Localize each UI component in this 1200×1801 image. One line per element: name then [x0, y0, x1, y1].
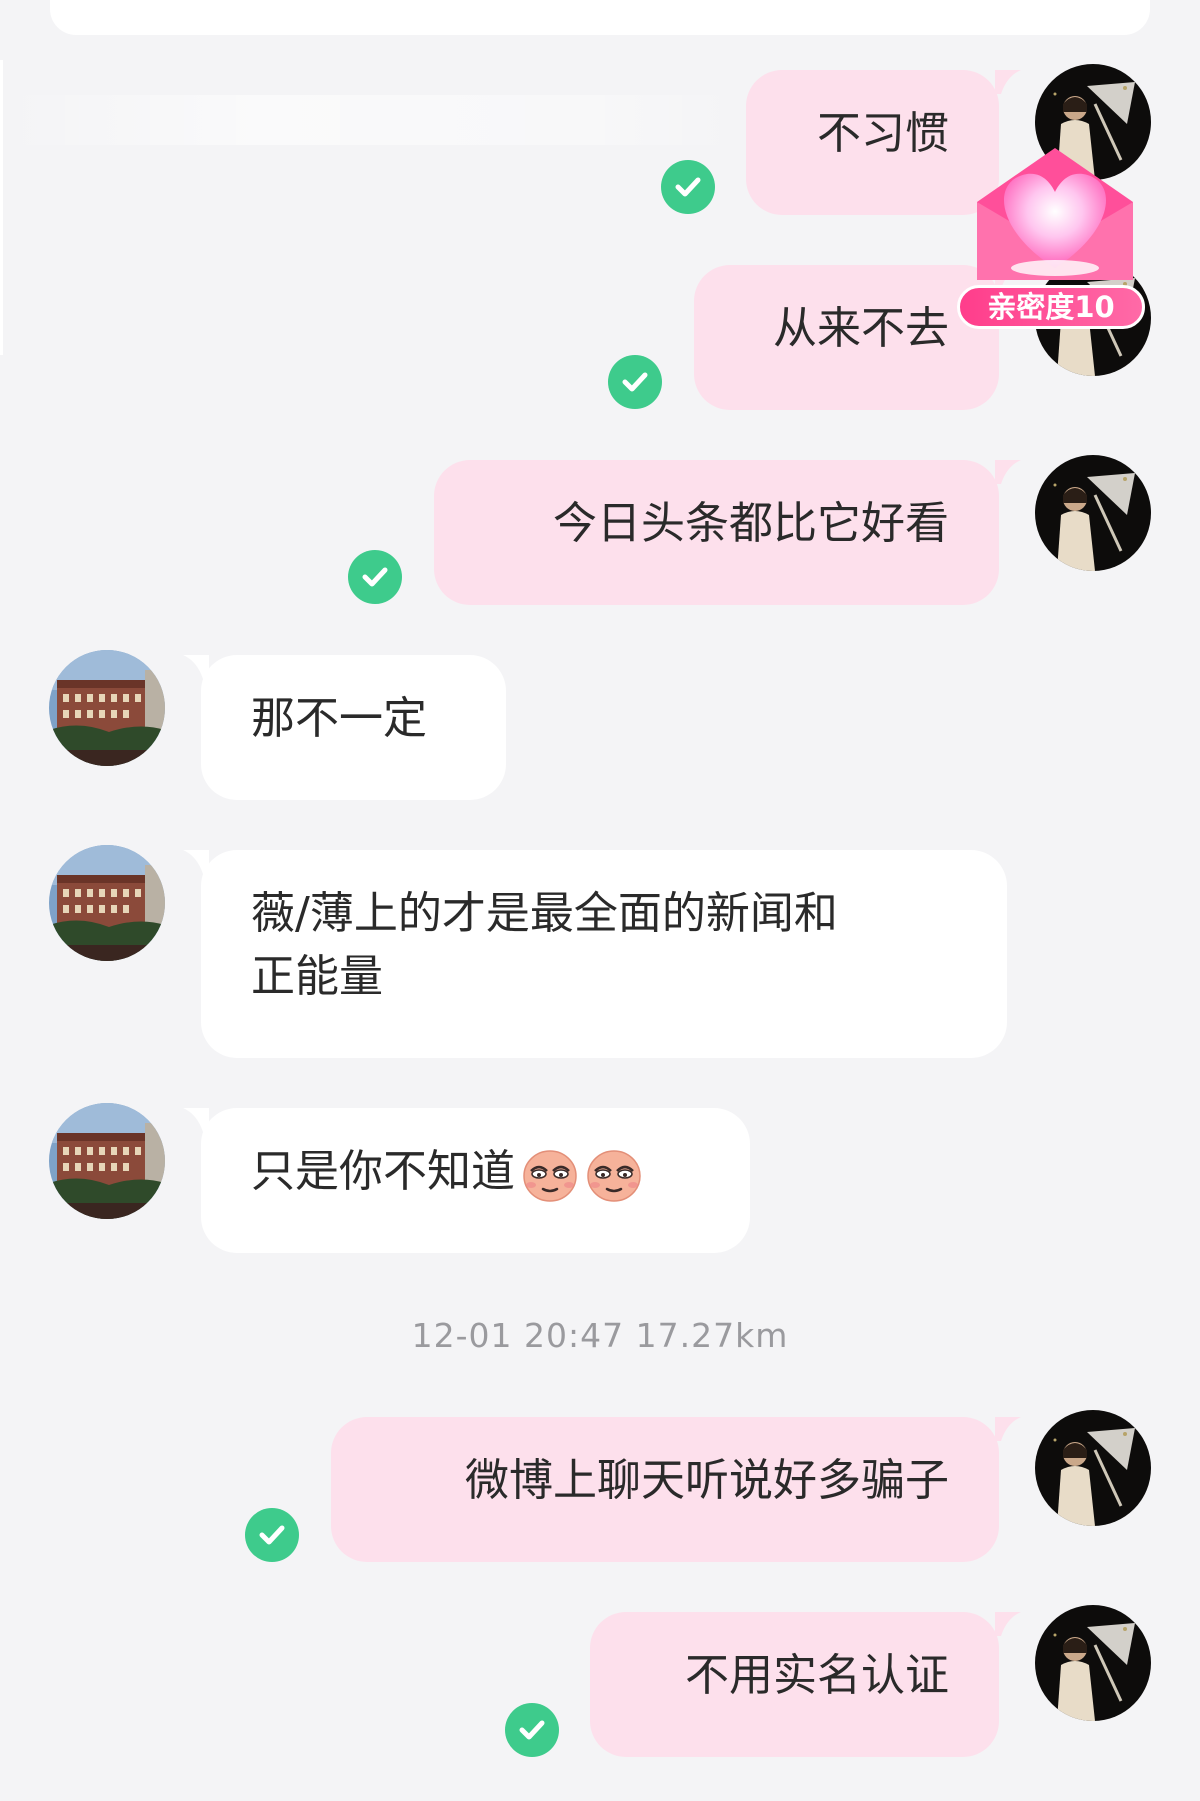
bubble-tail [995, 1417, 1021, 1441]
message-text: 不用实名认证 [685, 1650, 949, 1701]
sent-message-bubble[interactable]: 今日头条都比它好看 [434, 460, 999, 605]
message-text-line: 正能量 [251, 951, 383, 1002]
bubble-tail [995, 460, 1021, 484]
intimacy-badge[interactable]: 亲密度10 [955, 140, 1155, 340]
sent-message-bubble[interactable]: 不用实名认证 [590, 1612, 999, 1757]
bubble-tail [183, 1108, 209, 1132]
message-text: 那不一定 [251, 693, 427, 744]
left-edge-divider [0, 60, 3, 355]
read-check-icon [245, 1508, 299, 1562]
contact-avatar[interactable] [49, 650, 165, 766]
message-text: 今日头条都比它好看 [553, 498, 949, 549]
my-avatar[interactable] [1035, 1410, 1151, 1526]
message-text: 微博上聊天听说好多骗子 [465, 1455, 949, 1506]
message-text-line: 薇/薄上的才是最全面的新闻和 [251, 888, 838, 939]
received-message-bubble[interactable]: 只是你不知道 [201, 1108, 750, 1253]
bubble-tail [183, 850, 209, 874]
my-avatar[interactable] [1035, 455, 1151, 571]
my-avatar[interactable] [1035, 1605, 1151, 1721]
sent-message-bubble[interactable]: 微博上聊天听说好多骗子 [331, 1417, 999, 1562]
smirk-emoji-icon [585, 1145, 643, 1203]
previous-message-card [50, 0, 1150, 35]
heart-envelope-icon [977, 148, 1133, 280]
message-text: 不习惯 [817, 108, 949, 159]
received-message-bubble[interactable]: 薇/薄上的才是最全面的新闻和 正能量 [201, 850, 1007, 1058]
contact-avatar[interactable] [49, 845, 165, 961]
faint-background-strip [0, 95, 740, 145]
sent-message-bubble[interactable]: 从来不去 [694, 265, 999, 410]
read-check-icon [608, 355, 662, 409]
message-text: 只是你不知道 [251, 1146, 515, 1197]
smirk-emoji-icon [521, 1145, 579, 1203]
bubble-tail [183, 655, 209, 679]
message-text: 从来不去 [773, 303, 949, 354]
read-check-icon [661, 160, 715, 214]
received-message-bubble[interactable]: 那不一定 [201, 655, 506, 800]
intimacy-level-label: 亲密度10 [957, 285, 1145, 329]
bubble-tail [995, 1612, 1021, 1636]
bubble-tail [995, 70, 1021, 94]
contact-avatar[interactable] [49, 1103, 165, 1219]
read-check-icon [505, 1703, 559, 1757]
message-timestamp: 12-01 20:47 17.27km [411, 1316, 789, 1355]
read-check-icon [348, 550, 402, 604]
